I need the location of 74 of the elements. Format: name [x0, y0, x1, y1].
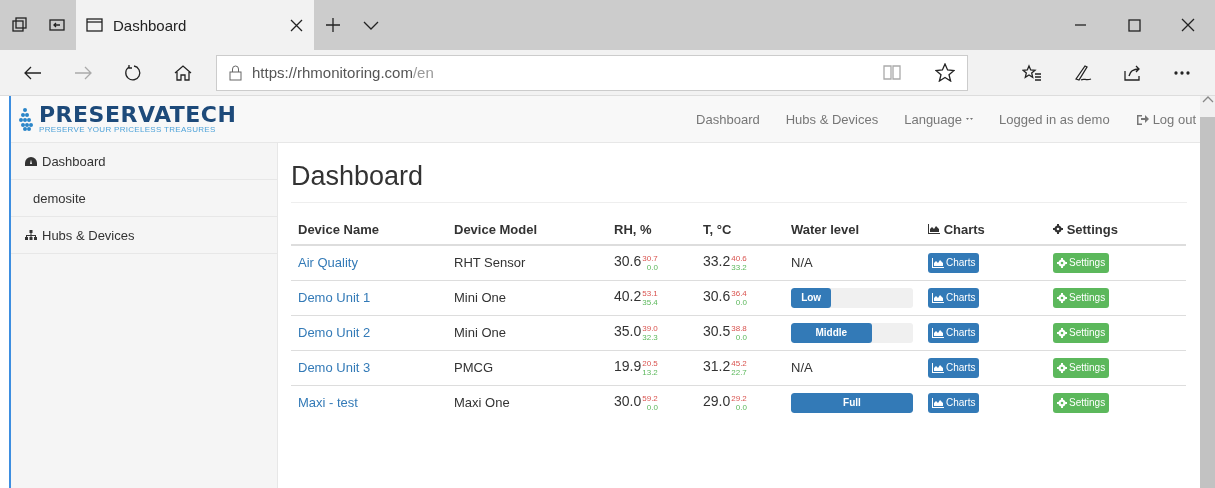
device-link[interactable]: Demo Unit 3 — [298, 360, 371, 375]
table-cell: PMCG — [447, 350, 607, 385]
column-header: Charts — [921, 215, 1046, 245]
favorite-star-icon[interactable] — [935, 63, 955, 82]
more-icon[interactable] — [1174, 70, 1190, 75]
device-link[interactable]: Maxi - test — [298, 395, 358, 411]
page-title: Dashboard — [291, 161, 1187, 203]
charts-button[interactable]: Charts — [928, 322, 980, 343]
water-level-text: N/A — [791, 360, 813, 375]
tab-list-icon[interactable] — [10, 17, 28, 33]
nav-link[interactable]: Log out — [1135, 111, 1196, 127]
area-chart-icon — [928, 224, 940, 234]
close-icon[interactable] — [1181, 18, 1195, 32]
charts-button[interactable]: Charts — [928, 252, 980, 273]
device-link[interactable]: Air Quality — [298, 255, 358, 271]
scrollbar-thumb[interactable] — [1200, 117, 1215, 488]
nav-link[interactable]: Logged in as demo — [999, 111, 1110, 127]
settings-button[interactable]: Settings — [1053, 252, 1110, 273]
water-level-fill: Low — [791, 287, 832, 308]
new-tab-icon[interactable] — [325, 17, 341, 33]
scroll-up-icon[interactable] — [1201, 96, 1214, 103]
sidebar-item[interactable]: Dashboard — [11, 143, 277, 180]
nav-link[interactable]: Hubs & Devices — [785, 111, 879, 127]
area-chart-icon — [932, 397, 944, 408]
caret-icon — [966, 117, 974, 121]
droplet-logo-icon — [17, 106, 35, 132]
dashboard-gauge-icon — [25, 155, 37, 167]
water-level-text: N/A — [791, 255, 813, 271]
column-header: Device Name — [291, 215, 447, 245]
nav-link[interactable]: Language — [904, 111, 974, 127]
sidebar-item[interactable]: demosite — [11, 180, 277, 217]
settings-button[interactable]: Settings — [1053, 322, 1110, 343]
favorites-list-icon[interactable] — [1022, 64, 1042, 81]
area-chart-icon — [932, 257, 944, 268]
sitemap-icon — [25, 230, 37, 240]
column-header: Water level — [784, 215, 921, 245]
column-header: Device Model — [447, 215, 607, 245]
home-icon[interactable] — [174, 63, 192, 82]
area-chart-icon — [932, 327, 944, 338]
table-cell: Mini One — [447, 315, 607, 350]
back-icon[interactable] — [23, 64, 43, 81]
page-icon[interactable] — [86, 17, 103, 33]
charts-button[interactable]: Charts — [928, 357, 980, 378]
settings-button[interactable]: Settings — [1053, 357, 1110, 378]
table-cell: Mini One — [447, 280, 607, 315]
address-field[interactable]: https://rhmonitoring.com/en — [216, 54, 968, 91]
pen-icon[interactable] — [1072, 63, 1092, 82]
charts-button[interactable]: Charts — [928, 392, 980, 413]
close-tab-icon[interactable] — [289, 17, 304, 33]
maximize-icon[interactable] — [1127, 18, 1141, 32]
lock-icon — [229, 64, 242, 81]
column-header: Settings — [1046, 215, 1186, 245]
share-icon[interactable] — [1123, 64, 1141, 81]
sidebar-item[interactable]: Hubs & Devices — [11, 217, 277, 254]
water-level-fill: Middle — [791, 322, 872, 343]
device-link[interactable]: Demo Unit 2 — [298, 325, 371, 340]
column-header: RH, % — [607, 215, 696, 245]
table-cell: RHT Sensor — [447, 245, 607, 280]
area-chart-icon — [932, 292, 944, 303]
water-level-fill: Full — [791, 392, 913, 413]
refresh-icon[interactable] — [124, 63, 142, 82]
settings-button[interactable]: Settings — [1053, 287, 1110, 308]
browser-tab[interactable]: Dashboard — [76, 0, 314, 50]
log-out-icon — [1135, 113, 1149, 125]
table-cell: Maxi One — [447, 385, 607, 420]
column-header: T, °C — [696, 215, 784, 245]
device-link[interactable]: Demo Unit 1 — [298, 290, 371, 305]
nav-link[interactable]: Dashboard — [696, 111, 760, 127]
brand-name: PRESERVATECH — [39, 104, 237, 125]
set-aside-tabs-icon[interactable] — [49, 17, 65, 33]
charts-button[interactable]: Charts — [928, 287, 980, 308]
settings-button[interactable]: Settings — [1053, 392, 1110, 413]
area-chart-icon — [932, 362, 944, 373]
brand-tagline: PRESERVE YOUR PRICELESS TREASURES — [39, 124, 217, 134]
